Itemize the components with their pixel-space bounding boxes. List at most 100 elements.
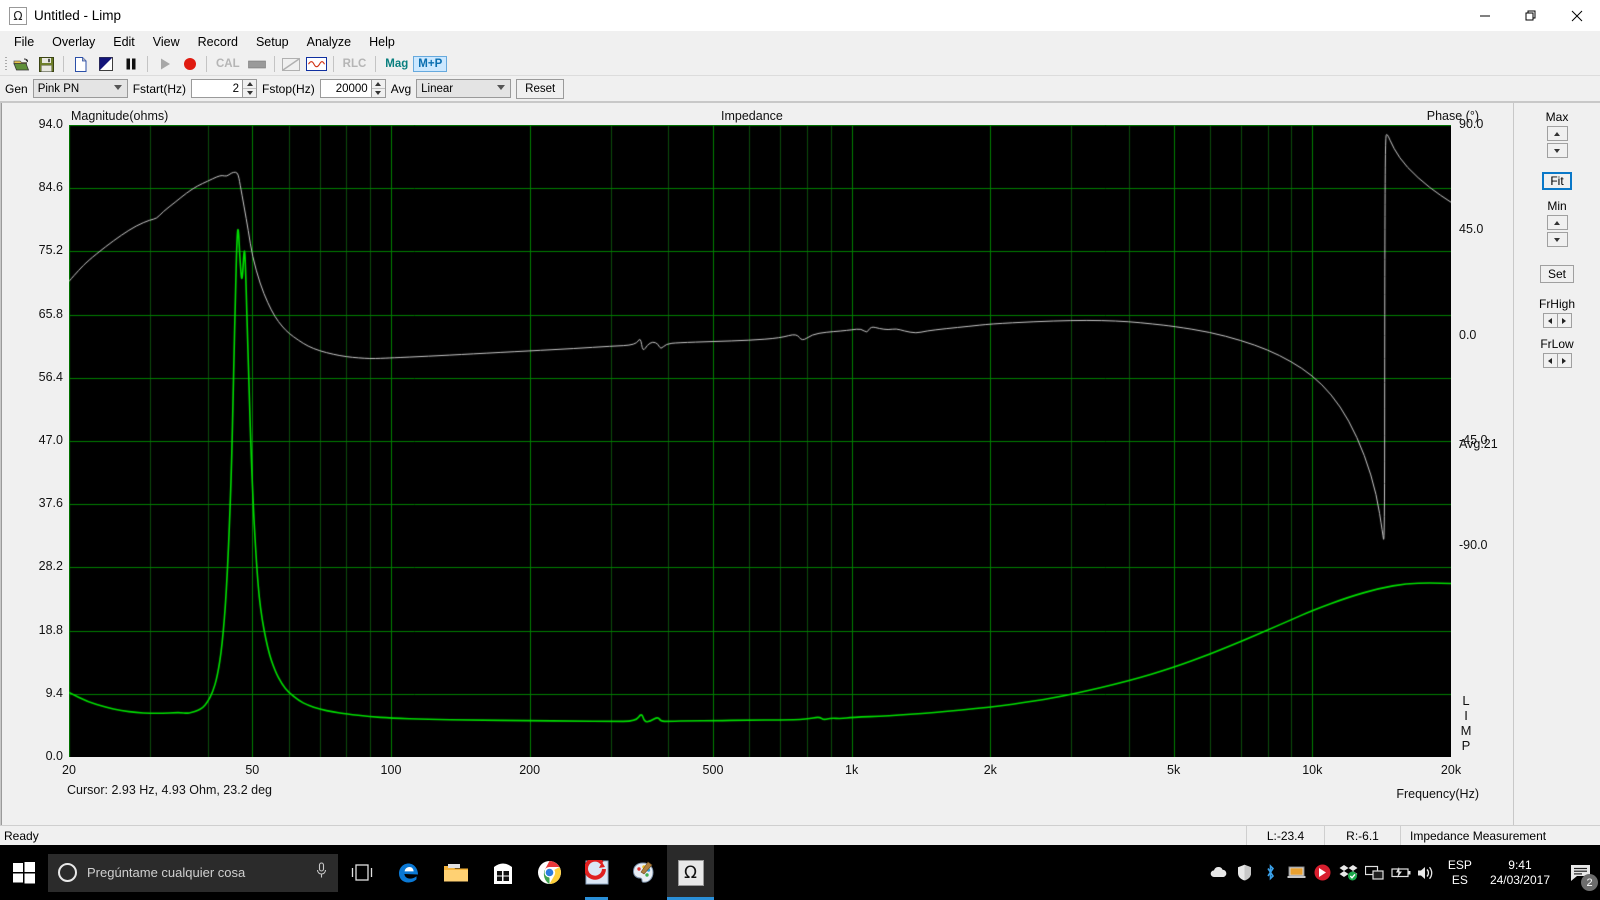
start-icon[interactable] <box>0 845 48 900</box>
left-axis-tick-label: 18.8 <box>38 622 63 637</box>
right-axis-tick-label: -90.0 <box>1459 538 1488 553</box>
min-increase-button[interactable] <box>1546 215 1568 230</box>
min-stepper[interactable] <box>1546 215 1568 247</box>
toolbar-grip[interactable] <box>3 55 9 73</box>
fstop-stepper-down[interactable] <box>372 89 385 98</box>
cal-button[interactable]: CAL <box>211 56 245 72</box>
record-icon[interactable] <box>177 54 202 75</box>
x-axis-tick-label: 2k <box>983 763 997 777</box>
min-decrease-button[interactable] <box>1546 232 1568 247</box>
title-bar: Ω Untitled - Limp <box>0 0 1600 31</box>
slope-icon[interactable] <box>279 54 304 75</box>
waveform-icon[interactable] <box>304 54 329 75</box>
impedance-graph[interactable] <box>69 125 1451 757</box>
toolbar-separator-2 <box>147 56 148 72</box>
menu-item-edit[interactable]: Edit <box>104 33 144 52</box>
menu-item-analyze[interactable]: Analyze <box>298 33 360 52</box>
laptop-icon[interactable] <box>1284 845 1310 900</box>
windows-taskbar: Pregúntame cualquier cosa Ω ESP ES 9:41 … <box>0 845 1600 900</box>
bar-icon[interactable] <box>245 54 270 75</box>
frhigh-stepper[interactable] <box>1542 313 1572 328</box>
chrome-icon[interactable] <box>526 845 573 900</box>
new-page-icon[interactable] <box>68 54 93 75</box>
fstop-stepper[interactable] <box>370 79 386 98</box>
plot-title: Impedance <box>721 109 783 123</box>
max-decrease-button[interactable] <box>1546 143 1568 158</box>
fstop-input[interactable]: 20000 <box>319 79 372 98</box>
microphone-icon[interactable] <box>315 861 328 884</box>
minimize-icon[interactable] <box>1462 0 1508 31</box>
play-icon[interactable] <box>152 54 177 75</box>
menu-item-overlay[interactable]: Overlay <box>43 33 104 52</box>
bluetooth-icon[interactable] <box>1258 845 1284 900</box>
content-area: Magnitude(ohms) Impedance Phase (°) 0.0 9… <box>0 102 1600 825</box>
volume-icon[interactable] <box>1414 845 1440 900</box>
dropbox-icon[interactable] <box>1336 845 1362 900</box>
set-button[interactable]: Set <box>1539 265 1574 283</box>
chevron-down-icon <box>113 85 122 90</box>
onedrive-icon[interactable] <box>1206 845 1232 900</box>
save-icon[interactable] <box>34 54 59 75</box>
task-view-icon[interactable] <box>338 845 385 900</box>
limp-app-icon[interactable]: Ω <box>667 845 714 900</box>
frlow-increase-button[interactable] <box>1556 353 1572 368</box>
cursor-readout: Cursor: 2.93 Hz, 4.93 Ohm, 23.2 deg <box>67 783 272 797</box>
frlow-decrease-button[interactable] <box>1542 353 1558 368</box>
menu-item-record[interactable]: Record <box>189 33 247 52</box>
magnitude-phase-button[interactable]: M+P <box>413 56 448 72</box>
language-indicator[interactable]: ESP ES <box>1440 858 1480 888</box>
mag-button[interactable]: Mag <box>380 56 413 72</box>
avg-label: Avg <box>390 81 412 96</box>
paint-icon[interactable] <box>620 845 667 900</box>
search-input[interactable]: Pregúntame cualquier cosa <box>48 853 338 892</box>
max-stepper[interactable] <box>1546 126 1568 158</box>
plot-left-border <box>1 103 3 825</box>
file-explorer-icon[interactable] <box>432 845 479 900</box>
menu-item-setup[interactable]: Setup <box>247 33 298 52</box>
right-axis-tick-label: 0.0 <box>1459 327 1477 342</box>
limp-application-window: Ω Untitled - Limp File Overlay Edit View… <box>0 0 1600 845</box>
open-icon[interactable] <box>9 54 34 75</box>
fit-button[interactable]: Fit <box>1542 172 1572 190</box>
gen-select[interactable]: Pink PN <box>32 79 128 98</box>
action-center-icon[interactable]: 2 <box>1560 845 1600 900</box>
frhigh-increase-button[interactable] <box>1556 313 1572 328</box>
rlc-button[interactable]: RLC <box>338 56 372 72</box>
network-icon[interactable] <box>1362 845 1388 900</box>
left-axis-title: Magnitude(ohms) <box>71 109 169 123</box>
edge-icon[interactable] <box>385 845 432 900</box>
fstart-stepper-down[interactable] <box>243 89 256 98</box>
menu-item-help[interactable]: Help <box>360 33 404 52</box>
pause-icon[interactable] <box>118 54 143 75</box>
x-axis-tick-label: 500 <box>702 763 724 777</box>
left-axis-tick-label: 9.4 <box>45 685 63 700</box>
defender-icon[interactable] <box>1232 845 1258 900</box>
fstop-stepper-up[interactable] <box>371 80 385 89</box>
x-axis-tick-label: 100 <box>380 763 402 777</box>
right-axis-tick-label: 45.0 <box>1459 222 1484 237</box>
menu-item-file[interactable]: File <box>5 33 43 52</box>
battery-icon[interactable] <box>1388 845 1414 900</box>
language-line-2: ES <box>1451 872 1468 887</box>
max-increase-button[interactable] <box>1546 126 1568 141</box>
menu-item-view[interactable]: View <box>144 33 189 52</box>
right-channel-level: R:-6.1 <box>1324 826 1400 845</box>
media-player-icon[interactable] <box>573 845 620 900</box>
left-axis-tick-label: 94.0 <box>38 117 63 131</box>
shield-arrow-icon[interactable] <box>1310 845 1336 900</box>
reset-button[interactable]: Reset <box>516 78 565 99</box>
fstart-stepper[interactable] <box>242 79 258 98</box>
left-axis-tick-label: 37.6 <box>38 496 63 511</box>
frlow-stepper[interactable] <box>1542 353 1572 368</box>
avg-select[interactable]: Linear <box>416 79 512 98</box>
frhigh-decrease-button[interactable] <box>1542 313 1558 328</box>
close-icon[interactable] <box>1554 0 1600 31</box>
fstart-input[interactable]: 2 <box>191 79 244 98</box>
fstart-stepper-up[interactable] <box>243 80 257 89</box>
clock[interactable]: 9:41 24/03/2017 <box>1480 858 1560 888</box>
flag-icon[interactable] <box>93 54 118 75</box>
restore-icon[interactable] <box>1508 0 1554 31</box>
store-icon[interactable] <box>479 845 526 900</box>
toolbar-separator-5 <box>332 56 334 72</box>
fstart-label: Fstart(Hz) <box>132 81 187 96</box>
